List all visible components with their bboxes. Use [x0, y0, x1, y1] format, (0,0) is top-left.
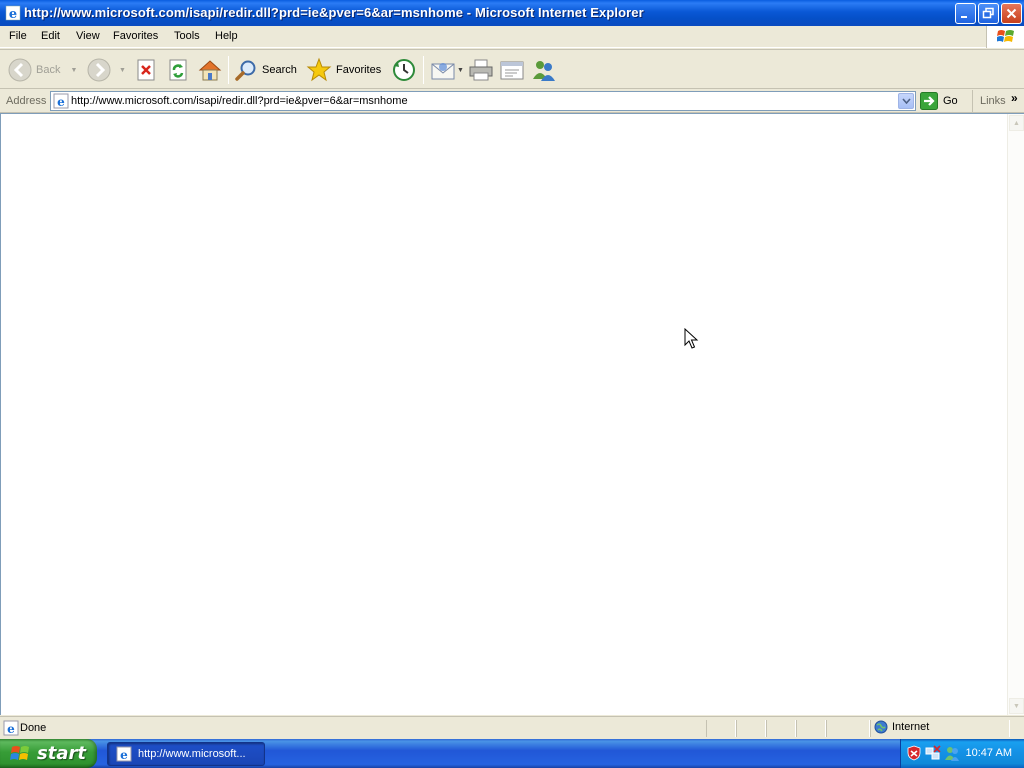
edit-button[interactable]: [499, 56, 525, 84]
start-button[interactable]: start: [0, 739, 97, 768]
go-button[interactable]: Go: [920, 92, 958, 110]
address-bar: Address e http://www.microsoft.com/isapi…: [0, 90, 1024, 113]
status-text: Done: [20, 722, 47, 734]
go-label: Go: [943, 95, 958, 107]
edit-page-icon: [500, 61, 524, 80]
home-button[interactable]: [198, 56, 222, 84]
title-bar[interactable]: e http://www.microsoft.com/isapi/redir.d…: [0, 0, 1024, 26]
links-chevron-icon[interactable]: »: [1011, 91, 1018, 105]
taskbar-item-label: http://www.microsoft...: [138, 748, 246, 760]
menu-view[interactable]: View: [76, 30, 100, 42]
menu-tools[interactable]: Tools: [174, 30, 200, 42]
ie-icon: e: [116, 746, 132, 762]
forward-dropdown-icon[interactable]: ▼: [119, 67, 126, 74]
status-bar: e Done Internet: [0, 716, 1024, 739]
back-dropdown-icon[interactable]: ▼: [70, 67, 77, 74]
svg-text:e: e: [7, 722, 15, 736]
menu-favorites[interactable]: Favorites: [113, 30, 158, 42]
forward-button[interactable]: ▼: [87, 56, 126, 84]
network-icon[interactable]: [925, 745, 941, 761]
stop-button[interactable]: [134, 56, 158, 84]
print-icon: [469, 59, 493, 81]
status-pane: [736, 720, 766, 737]
stop-icon: [137, 59, 155, 81]
menu-file[interactable]: File: [9, 30, 27, 42]
standard-toolbar: Back ▼ ▼ Search Favorites ▼: [0, 49, 1024, 89]
clock[interactable]: 10:47 AM: [966, 747, 1012, 759]
taskbar: start e http://www.microsoft... 10:47 AM: [0, 739, 1024, 768]
windows-flag-icon: [997, 30, 1014, 42]
status-pane: [826, 720, 870, 737]
taskbar-item-ie[interactable]: e http://www.microsoft...: [107, 742, 265, 766]
menu-edit[interactable]: Edit: [41, 30, 60, 42]
zone-label: Internet: [892, 721, 930, 733]
minimize-icon: [961, 16, 967, 18]
svg-text:e: e: [57, 95, 65, 109]
back-arrow-icon: [8, 58, 32, 82]
scroll-up-button[interactable]: ▲: [1009, 115, 1024, 131]
svg-text:e: e: [9, 7, 17, 21]
windows-logo: [986, 26, 1024, 48]
address-label: Address: [6, 95, 47, 107]
minimize-button[interactable]: [955, 3, 976, 24]
system-tray: 10:47 AM: [900, 739, 1024, 768]
address-url[interactable]: http://www.microsoft.com/isapi/redir.dll…: [71, 95, 408, 107]
status-pane: [766, 720, 796, 737]
back-label: Back: [36, 64, 61, 76]
search-icon: [235, 60, 256, 81]
security-zone[interactable]: Internet: [874, 720, 929, 734]
mail-dropdown-icon[interactable]: ▼: [457, 67, 464, 74]
print-button[interactable]: [468, 56, 494, 84]
mail-icon: [431, 63, 455, 80]
search-label: Search: [262, 64, 297, 76]
favorites-button[interactable]: Favorites: [306, 56, 381, 84]
messenger-button[interactable]: [531, 56, 557, 84]
scroll-down-button[interactable]: ▼: [1009, 698, 1024, 714]
messenger-tray-icon[interactable]: [944, 745, 960, 761]
restore-icon: [982, 7, 994, 19]
toolbar-separator: [423, 56, 424, 84]
forward-arrow-icon: [87, 58, 111, 82]
restore-button[interactable]: [978, 3, 999, 24]
links-label: Links: [980, 95, 1006, 107]
mouse-cursor-icon: [684, 328, 699, 349]
close-icon: [1006, 8, 1017, 19]
go-arrow-icon: [920, 92, 938, 110]
refresh-icon: [169, 59, 187, 81]
start-label: start: [37, 743, 86, 764]
favorites-star-icon: [306, 57, 332, 82]
vertical-scrollbar[interactable]: ▲ ▼: [1007, 114, 1024, 715]
window-title: http://www.microsoft.com/isapi/redir.dll…: [24, 5, 644, 20]
history-button[interactable]: [391, 56, 417, 84]
windows-flag-icon: [10, 745, 29, 760]
mail-button[interactable]: ▼: [430, 56, 464, 84]
home-icon: [198, 60, 222, 81]
svg-text:e: e: [120, 748, 128, 762]
refresh-button[interactable]: [166, 56, 190, 84]
address-dropdown-button[interactable]: [898, 93, 914, 109]
status-pane: [796, 720, 826, 737]
favorites-label: Favorites: [336, 64, 382, 76]
links-toolbar[interactable]: Links »: [972, 90, 1024, 113]
page-content[interactable]: ▲ ▼: [0, 113, 1024, 715]
page-icon: e: [53, 93, 69, 109]
ie-icon: e: [5, 5, 21, 21]
menu-help[interactable]: Help: [215, 30, 238, 42]
back-button[interactable]: Back ▼: [8, 56, 77, 84]
messenger-icon: [533, 61, 555, 81]
search-button[interactable]: Search: [234, 56, 297, 84]
security-shield-icon[interactable]: [906, 745, 922, 761]
toolbar-separator: [228, 56, 229, 84]
close-button[interactable]: [1001, 3, 1022, 24]
status-pane: [706, 720, 736, 737]
globe-icon: [874, 720, 888, 734]
address-input[interactable]: e http://www.microsoft.com/isapi/redir.d…: [50, 91, 916, 111]
chevron-down-icon: [901, 98, 911, 104]
menu-bar: File Edit View Favorites Tools Help: [0, 26, 1024, 48]
page-done-icon: e: [3, 720, 19, 736]
history-icon: [393, 59, 415, 81]
